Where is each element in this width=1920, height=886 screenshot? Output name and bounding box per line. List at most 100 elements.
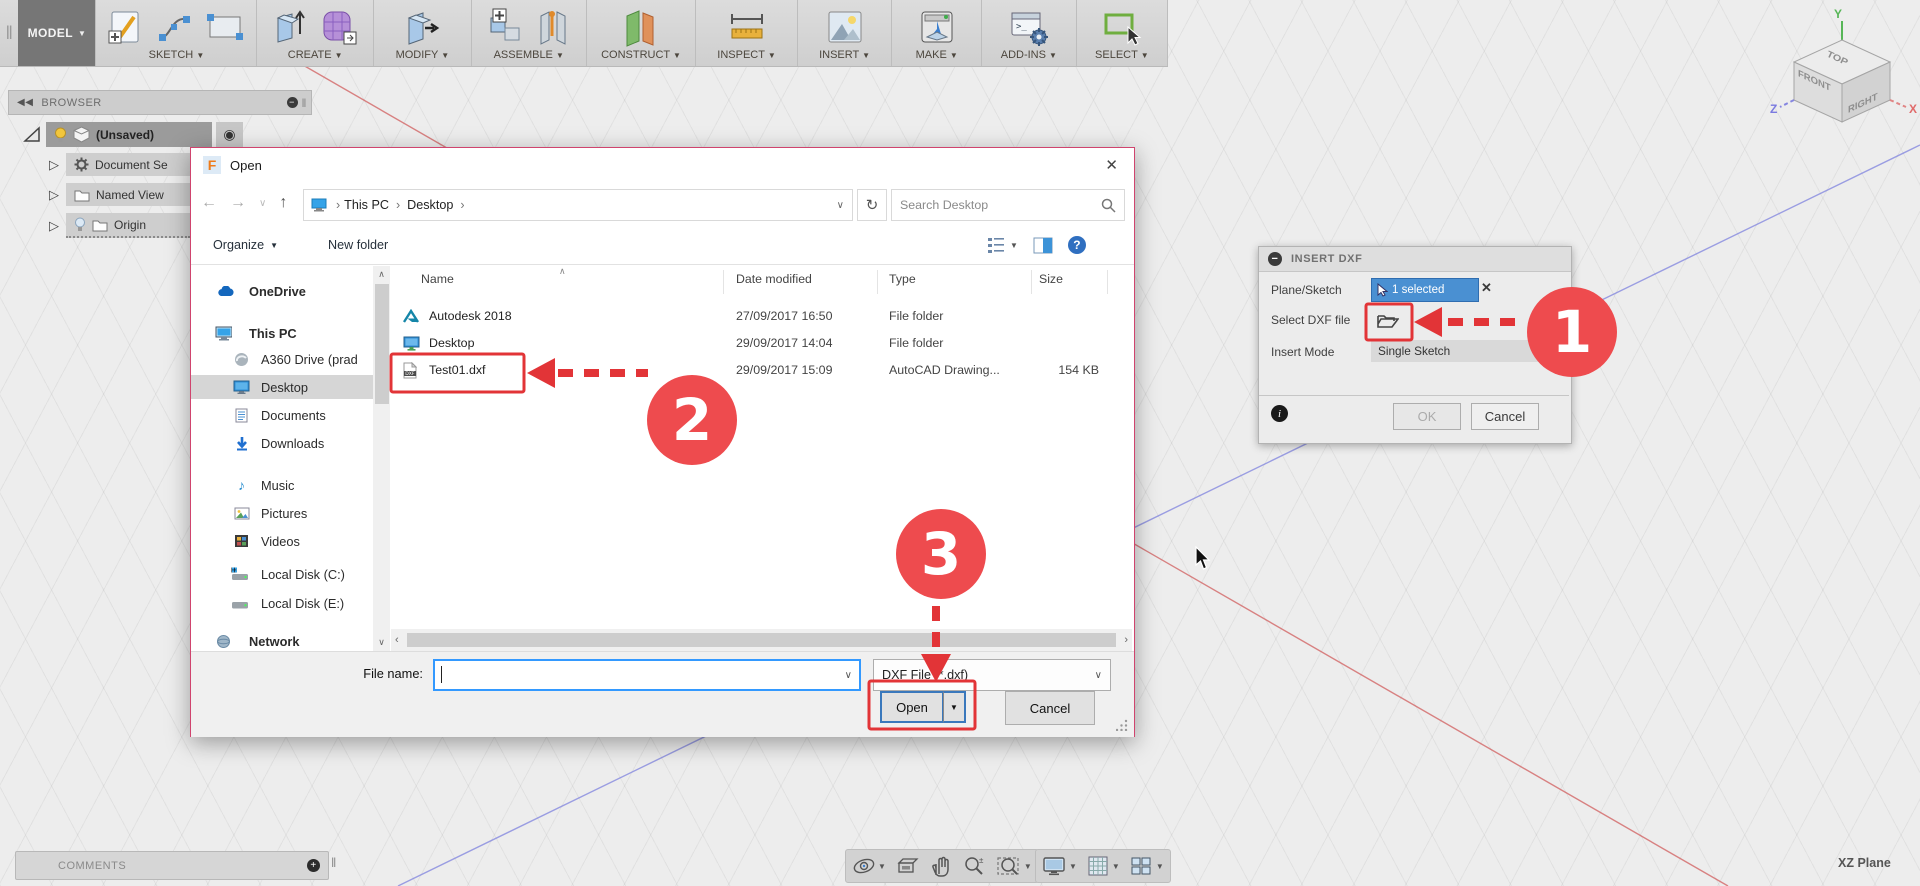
resize-grip-icon[interactable] <box>1116 718 1129 731</box>
select-icon[interactable] <box>1100 7 1144 47</box>
sidebar-item-local-disk-e[interactable]: Local Disk (E:) <box>191 591 373 615</box>
sidebar-item-local-disk-c[interactable]: Local Disk (C:) <box>191 562 373 586</box>
sidebar-scrollbar[interactable]: ∧ ∨ <box>373 266 390 651</box>
scroll-down-icon[interactable]: ∨ <box>373 637 390 648</box>
file-name-field[interactable] <box>435 661 845 689</box>
sidebar-item-videos[interactable]: Videos <box>191 529 373 553</box>
sidebar-item-this-pc[interactable]: This PC <box>191 321 373 345</box>
zoom-button[interactable]: ± <box>962 855 986 877</box>
toolbar-menu-create[interactable]: CREATE <box>288 49 332 61</box>
joint-icon[interactable] <box>535 6 573 48</box>
sort-ascending-icon[interactable]: ∧ <box>559 266 566 277</box>
browser-row-named-views[interactable]: ▷ Named View <box>46 183 190 206</box>
panel-grip-icon[interactable]: ‖ <box>302 96 307 110</box>
toolbar-menu-sketch[interactable]: SKETCH <box>149 49 194 61</box>
help-icon[interactable]: ? <box>1068 236 1086 254</box>
orbit-button[interactable]: ▼ <box>852 855 886 877</box>
toolbar-menu-make[interactable]: MAKE <box>916 49 947 61</box>
scripts-addins-icon[interactable]: >_ <box>1007 7 1051 47</box>
collapse-dialog-icon[interactable]: − <box>1268 252 1282 266</box>
collapsed-arrow-icon[interactable]: ▷ <box>46 157 62 173</box>
sidebar-item-network[interactable]: Network <box>191 629 373 651</box>
insert-dxf-titlebar[interactable]: − INSERT DXF <box>1259 247 1571 272</box>
visibility-bulb-icon[interactable] <box>54 127 67 143</box>
look-at-button[interactable] <box>896 855 920 877</box>
filename-dropdown-icon[interactable]: ∨ <box>845 670 852 681</box>
visibility-bulb-icon[interactable] <box>74 217 86 232</box>
add-comment-icon[interactable]: + <box>307 859 320 872</box>
browser-root-row[interactable]: (Unsaved) ◉ <box>22 122 243 147</box>
column-header-type[interactable]: Type <box>889 272 916 286</box>
comments-grip-icon[interactable]: ‖ <box>331 855 336 870</box>
sidebar-item-onedrive[interactable]: OneDrive <box>191 279 373 303</box>
address-dropdown-icon[interactable]: ∨ <box>837 200 844 211</box>
chevron-down-icon[interactable]: ▼ <box>1069 862 1077 871</box>
workspace-switcher[interactable]: MODEL ▼ <box>18 0 95 66</box>
viewcube[interactable]: Y TOP FRONT RIGHT Z X <box>1760 0 1920 135</box>
pan-button[interactable] <box>930 855 952 877</box>
collapsed-arrow-icon[interactable]: ▷ <box>46 218 62 234</box>
recent-locations-icon[interactable]: ∨ <box>259 198 266 212</box>
toolbar-menu-select[interactable]: SELECT <box>1095 49 1138 61</box>
info-icon[interactable]: i <box>1271 405 1288 422</box>
extrude-icon[interactable] <box>270 6 310 48</box>
insert-mode-dropdown[interactable]: Single Sketch <box>1371 340 1573 362</box>
plane-selection-button[interactable]: 1 selected <box>1371 278 1479 302</box>
spline-icon[interactable] <box>156 7 196 47</box>
chevron-down-icon[interactable]: ▼ <box>1024 862 1032 871</box>
search-icon[interactable] <box>1101 198 1116 213</box>
scroll-up-icon[interactable]: ∧ <box>373 266 390 280</box>
select-dxf-file-button[interactable] <box>1373 307 1403 333</box>
form-icon[interactable] <box>318 6 360 48</box>
preview-pane-icon[interactable] <box>1033 237 1053 254</box>
ok-button[interactable]: OK <box>1393 403 1461 430</box>
breadcrumb-desktop[interactable]: Desktop <box>407 198 453 212</box>
new-component-icon[interactable] <box>485 6 527 48</box>
organize-menu[interactable]: Organize ▼ <box>213 238 278 252</box>
file-type-dropdown[interactable]: DXF File (*.dxf) ∨ <box>873 659 1111 691</box>
sidebar-item-pictures[interactable]: Pictures <box>191 501 373 525</box>
toolbar-drag-handle[interactable]: ‖ <box>0 0 18 66</box>
scrollbar-thumb[interactable] <box>375 284 389 404</box>
refresh-button[interactable]: ↻ <box>857 189 887 221</box>
open-button[interactable]: Open <box>880 691 943 723</box>
chevron-down-icon[interactable]: ▼ <box>1156 862 1164 871</box>
zoom-window-button[interactable]: ▼ <box>996 855 1032 877</box>
comments-panel[interactable]: COMMENTS + <box>15 851 329 880</box>
press-pull-icon[interactable] <box>401 6 443 48</box>
toolbar-menu-addins[interactable]: ADD-INS <box>1001 49 1046 61</box>
scrollbar-thumb[interactable] <box>407 633 1117 647</box>
construct-plane-icon[interactable] <box>619 6 663 48</box>
chevron-down-icon[interactable]: ▼ <box>1010 241 1018 250</box>
dialog-titlebar[interactable]: F Open ✕ <box>191 148 1134 182</box>
collapsed-arrow-icon[interactable]: ▷ <box>46 187 62 203</box>
sidebar-item-desktop[interactable]: Desktop <box>191 375 373 399</box>
toolbar-menu-construct[interactable]: CONSTRUCT <box>601 49 670 61</box>
viewports-button[interactable]: ▼ <box>1130 855 1164 877</box>
chevron-down-icon[interactable]: ▼ <box>878 862 886 871</box>
column-header-date[interactable]: Date modified <box>736 272 812 286</box>
3d-print-icon[interactable] <box>916 6 958 48</box>
search-box[interactable]: Search Desktop <box>891 189 1125 221</box>
browser-row-document-settings[interactable]: ▷ Document Se <box>46 153 190 176</box>
address-bar[interactable]: › This PC › Desktop › ∨ <box>303 189 853 221</box>
browser-panel-header[interactable]: ◀◀ BROWSER − ‖ <box>8 90 312 115</box>
toolbar-menu-modify[interactable]: MODIFY <box>396 49 439 61</box>
toolbar-menu-assemble[interactable]: ASSEMBLE <box>494 49 553 61</box>
scroll-right-icon[interactable]: › <box>1120 634 1132 646</box>
toolbar-menu-inspect[interactable]: INSPECT <box>717 49 764 61</box>
column-header-name[interactable]: Name <box>421 272 454 286</box>
measure-icon[interactable] <box>724 7 770 47</box>
collapse-panel-icon[interactable]: ◀◀ <box>17 97 33 108</box>
up-icon[interactable]: ↑ <box>279 194 287 212</box>
display-settings-button[interactable]: ▼ <box>1042 855 1077 877</box>
new-folder-button[interactable]: New folder <box>328 238 388 252</box>
scroll-left-icon[interactable]: ‹ <box>391 634 403 646</box>
browser-row-origin[interactable]: ▷ Origin <box>46 213 190 238</box>
sidebar-item-downloads[interactable]: Downloads <box>191 431 373 455</box>
close-icon[interactable]: ✕ <box>1105 156 1118 174</box>
ground-toggle[interactable]: ◉ <box>216 122 243 147</box>
breadcrumb-this-pc[interactable]: This PC <box>344 198 389 212</box>
sidebar-item-music[interactable]: ♪Music <box>191 473 373 497</box>
rectangle-tool-icon[interactable] <box>204 7 246 47</box>
